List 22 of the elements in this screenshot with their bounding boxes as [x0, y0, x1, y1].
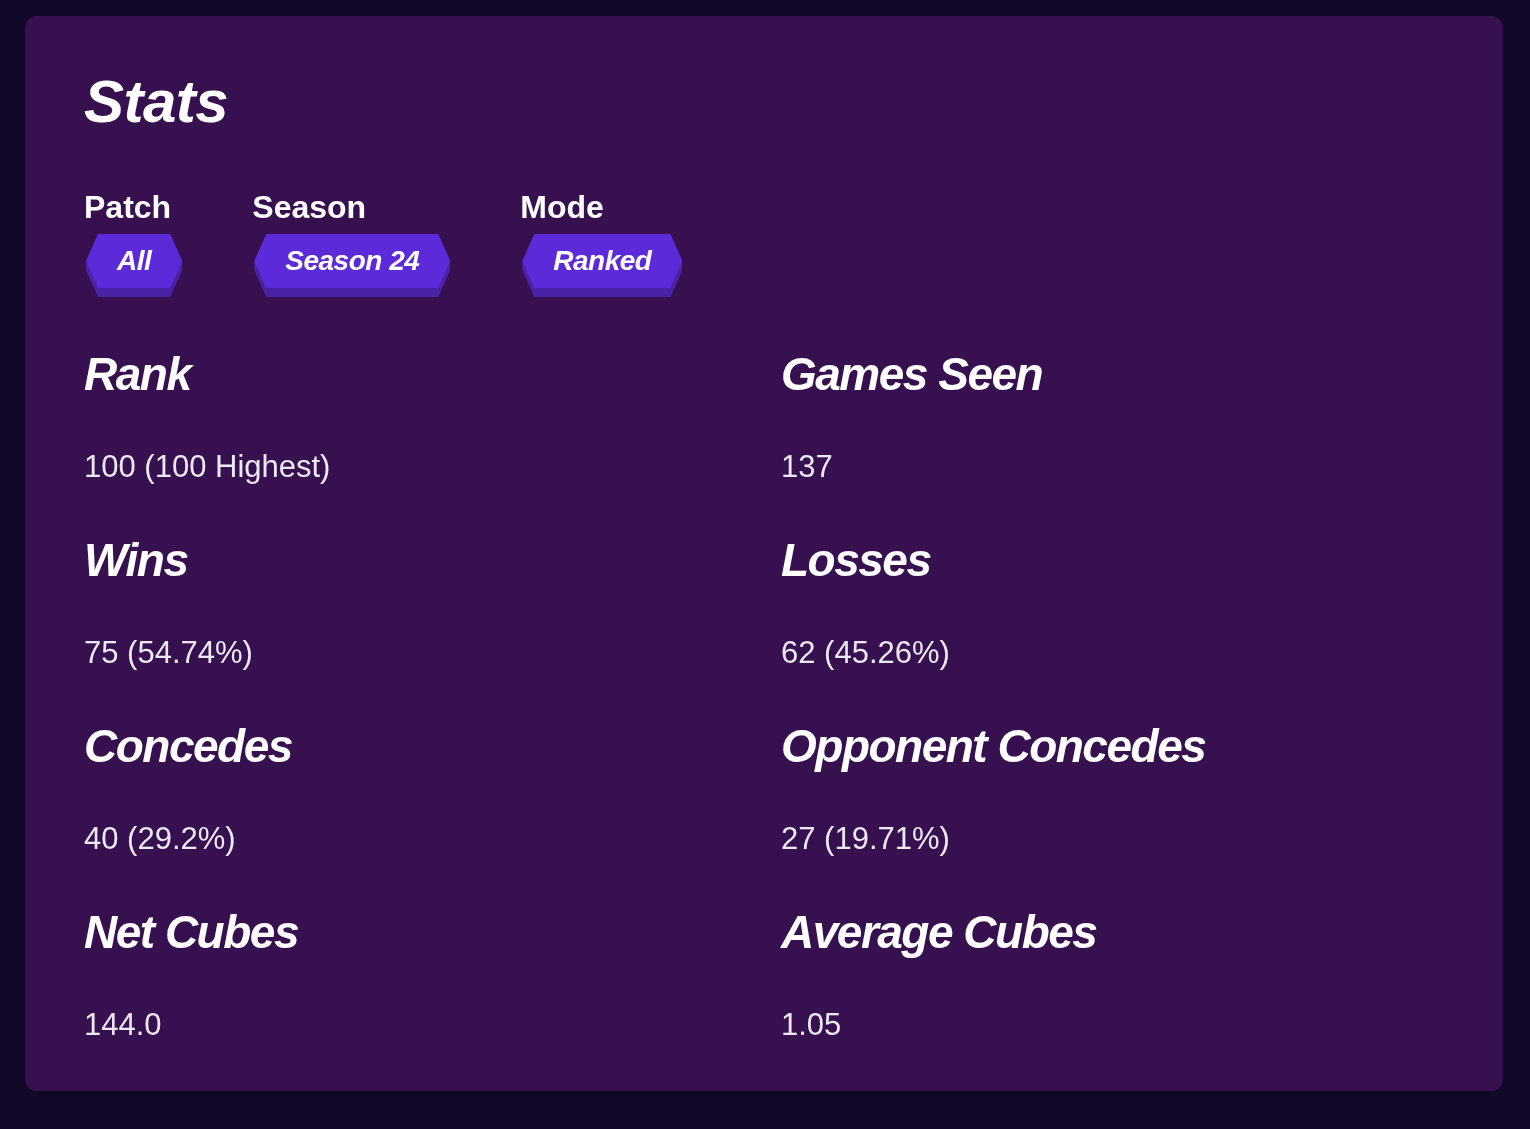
stat-label: Wins	[84, 533, 188, 587]
stat-value: 144.0	[84, 1006, 162, 1044]
stat-value: 100 (100 Highest)	[84, 448, 331, 486]
stat-value: 27 (19.71%)	[781, 820, 950, 858]
stat-label: Average Cubes	[781, 905, 1097, 959]
filter-dropdown[interactable]: Season 24	[254, 234, 451, 297]
stat-label: Losses	[781, 533, 931, 587]
stat-value: 1.05	[781, 1006, 842, 1044]
stat-label: Concedes	[84, 719, 292, 773]
stat-label: Games Seen	[781, 347, 1043, 401]
stat-value: 40 (29.2%)	[84, 820, 236, 858]
filter-label: Mode	[520, 188, 604, 226]
stat-value: 137	[781, 448, 833, 486]
stat-label: Opponent Concedes	[781, 719, 1206, 773]
card-title: Stats	[84, 67, 229, 137]
filter-label: Patch	[84, 188, 172, 226]
filter-dropdown[interactable]: All	[86, 234, 183, 297]
filter-label: Season	[252, 188, 367, 226]
stat-value: 75 (54.74%)	[84, 634, 253, 672]
stat-value: 62 (45.26%)	[781, 634, 950, 672]
filter-dropdown[interactable]: Ranked	[522, 234, 683, 297]
stat-label: Net Cubes	[84, 905, 298, 959]
